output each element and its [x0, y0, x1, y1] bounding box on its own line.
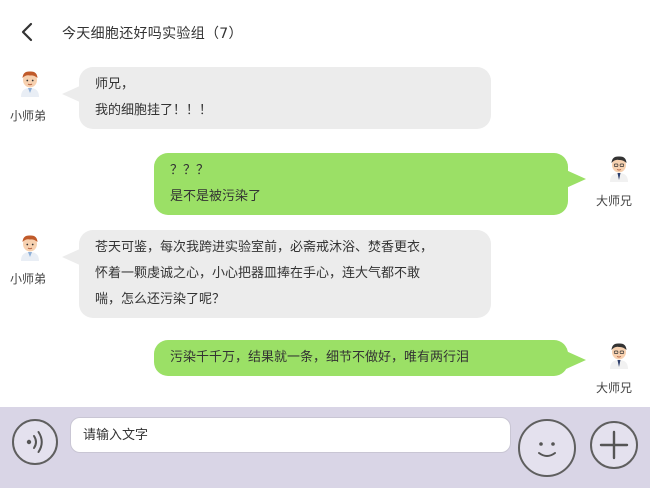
message-line: 喘，怎么还污染了呢？ — [95, 292, 226, 307]
sender-name: 小师弟 — [10, 109, 47, 123]
voice-button[interactable] — [12, 419, 58, 465]
bubble-tail — [566, 351, 586, 369]
message-line: 我的细胞挂了！！！ — [95, 103, 213, 118]
message-line: 怀着一颗虔诚之心，小心把器皿捧在手心，连大气都不敢 — [95, 266, 421, 281]
plus-icon — [592, 423, 636, 467]
chevron-left-icon[interactable] — [18, 22, 36, 42]
message-line: 师兄， — [95, 77, 135, 92]
avatar-senior[interactable] — [604, 153, 634, 183]
message-input[interactable] — [70, 417, 511, 453]
emoji-button[interactable] — [518, 419, 576, 477]
message-bubble-right[interactable]: 污染千千万，结果就一条，细节不做好，唯有两行泪 — [154, 340, 568, 376]
sender-name: 大师兄 — [596, 381, 633, 395]
avatar-senior[interactable] — [604, 340, 634, 370]
chat-header: 今天细胞还好吗实验组（7） — [0, 0, 650, 60]
message-line: 污染千千万，结果就一条，细节不做好，唯有两行泪 — [170, 350, 470, 365]
message-line: 苍天可鉴，每次我跨进实验室前，必斋戒沐浴、焚香更衣， — [95, 240, 434, 255]
message-line: ？？？ — [170, 163, 210, 178]
avatar-junior[interactable] — [15, 232, 45, 262]
chat-title: 今天细胞还好吗实验组（7） — [62, 26, 243, 42]
voice-wave-icon — [14, 421, 56, 463]
plus-button[interactable] — [590, 421, 638, 469]
sender-name: 大师兄 — [596, 194, 633, 208]
message-bubble-left[interactable]: 苍天可鉴，每次我跨进实验室前，必斋戒沐浴、焚香更衣， 怀着一颗虔诚之心，小心把器… — [79, 230, 491, 318]
bubble-tail — [566, 170, 586, 188]
smiley-face-icon — [520, 421, 574, 475]
message-line: 是不是被污染了 — [170, 189, 262, 204]
message-bubble-left[interactable]: 师兄， 我的细胞挂了！！！ — [79, 67, 491, 129]
input-bar — [0, 407, 650, 488]
message-bubble-right[interactable]: ？？？ 是不是被污染了 — [154, 153, 568, 215]
sender-name: 小师弟 — [10, 272, 47, 286]
avatar-junior[interactable] — [15, 68, 45, 98]
